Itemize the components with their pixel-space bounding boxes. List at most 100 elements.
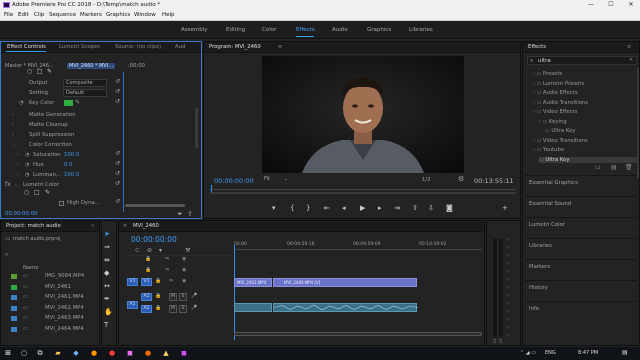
tab-effect-controls[interactable]: Effect Controls — [7, 44, 46, 50]
menu-markers[interactable]: Markers — [80, 12, 102, 18]
program-menu-icon[interactable]: ≡ — [278, 44, 282, 50]
expand-lumetri-icon[interactable]: ⌄ — [14, 182, 18, 188]
notifications-icon[interactable]: ▤ — [622, 349, 628, 356]
effects-tree-item[interactable]: › ▭ Audio Effects — [533, 90, 578, 96]
step-forward-icon[interactable]: ▸ — [378, 204, 382, 212]
workspace-color[interactable]: Color — [262, 27, 276, 33]
audio-clip-1[interactable] — [234, 303, 272, 312]
reset-setting-icon[interactable]: ↺ — [115, 88, 120, 95]
effects-tree-item[interactable]: › ▭ Audio Transitions — [533, 100, 588, 106]
type-tool-icon[interactable]: T — [104, 321, 108, 329]
filter-icon[interactable]: ⏷ — [177, 210, 183, 219]
vlc-icon[interactable]: ▲ — [162, 349, 170, 357]
menu-edit[interactable]: Edit — [18, 12, 29, 18]
a2-target-button[interactable]: A2 — [141, 305, 152, 313]
taskbar-clock[interactable]: 8:47 PM — [578, 350, 598, 356]
effects-tree-item[interactable]: › ▭ Video Transitions — [533, 138, 588, 144]
lumetri-rect-mask-icon[interactable]: □ — [34, 189, 40, 196]
sequence-clip-label[interactable]: MVI_2460 * MVI... — [67, 63, 116, 69]
panel-section-markers[interactable]: Markers — [525, 259, 637, 272]
menu-clip[interactable]: Clip — [34, 12, 44, 18]
pen-tool-icon[interactable]: ✒ — [104, 295, 110, 303]
expand-matte-cleanup-icon[interactable]: › — [12, 122, 14, 128]
matte-cleanup-label[interactable]: Matte Cleanup — [29, 122, 68, 128]
expand-luminance-icon[interactable]: › — [17, 172, 19, 178]
program-scrub-bar[interactable] — [210, 189, 516, 190]
workspace-libraries[interactable]: Libraries — [409, 27, 433, 33]
panel-section-essential-sound[interactable]: Essential Sound — [525, 196, 637, 209]
reset-highdyn-icon[interactable]: ↺ — [115, 198, 120, 205]
file-color-label-icon[interactable] — [11, 295, 17, 300]
effects-tree-item[interactable]: › ▭ Video Effects — [533, 109, 577, 115]
file-color-label-icon[interactable] — [11, 305, 17, 311]
a1-source-patch[interactable]: A1 — [127, 301, 138, 309]
delete-icon[interactable]: 🗑 — [625, 164, 633, 171]
v1-eye-icon[interactable]: ◉ — [182, 278, 186, 284]
task-view-icon[interactable]: ⧉ — [36, 349, 44, 357]
hue-stopwatch-icon[interactable]: ◔ — [25, 162, 29, 168]
program-zoom-bar[interactable] — [210, 192, 516, 194]
meter-solo-left[interactable]: S — [493, 339, 496, 345]
sequence-tab[interactable]: MVI_2460 — [133, 223, 159, 229]
linked-selection-icon[interactable]: ⊘ — [147, 247, 152, 254]
matte-generation-label[interactable]: Matte Generation — [29, 112, 75, 118]
setting-dropdown[interactable]: Default — [63, 89, 107, 97]
reset-saturation-icon[interactable]: ↺ — [115, 150, 120, 157]
expand-spill-icon[interactable]: › — [12, 132, 14, 138]
resolution-dropdown[interactable]: 1/2 — [422, 177, 431, 183]
meter-solo-right[interactable]: S — [499, 339, 502, 345]
tab-source[interactable]: Source: (no clips) — [115, 44, 161, 50]
lumetri-color-label[interactable]: Lumetri Color — [23, 182, 59, 188]
project-item-name[interactable]: MVI_2461.MP4 — [45, 294, 84, 300]
key-color-swatch[interactable] — [64, 100, 73, 106]
step-back-icon[interactable]: ◂ — [342, 204, 346, 212]
file-color-label-icon[interactable] — [11, 274, 17, 279]
output-dropdown[interactable]: Composite — [63, 79, 107, 87]
a2-lock-icon[interactable]: 🔒 — [155, 305, 161, 311]
tab-audio[interactable]: Aud — [175, 44, 185, 50]
v1-source-patch[interactable]: V1 — [127, 278, 138, 286]
windows-start-icon[interactable]: ⊞ — [4, 349, 12, 357]
menu-sequence[interactable]: Sequence — [49, 12, 76, 18]
workspace-audio[interactable]: Audio — [332, 27, 348, 33]
project-expand-icon[interactable]: » — [91, 223, 94, 229]
v2-sync-icon[interactable]: ⇋ — [165, 267, 169, 273]
timeline-h-scroll-thumb[interactable] — [234, 332, 482, 336]
video-frame[interactable] — [262, 56, 464, 173]
reset-keycolor-icon[interactable]: ↺ — [115, 98, 120, 105]
v3-sync-icon[interactable]: ⇋ — [165, 256, 169, 262]
expand-saturation-icon[interactable]: › — [17, 152, 19, 158]
effect-controls-timecode[interactable]: 00:00:00:00 — [5, 211, 37, 217]
close-sequence-icon[interactable]: ✕ — [123, 223, 127, 229]
project-item-name[interactable]: MVI_2463.MP4 — [45, 315, 84, 321]
project-item-name[interactable]: IMG_9084.MP4 — [45, 273, 84, 279]
panel-section-libraries[interactable]: Libraries — [525, 238, 637, 251]
a2-voiceover-icon[interactable]: 🎤 — [191, 305, 197, 311]
reset-luminance-icon[interactable]: ↺ — [115, 170, 120, 177]
color-correction-label[interactable]: Color Correction — [29, 142, 72, 148]
effects-search-input[interactable] — [538, 57, 624, 64]
tab-lumetri-scopes[interactable]: Lumetri Scopes — [59, 44, 100, 50]
store-icon[interactable]: ◆ — [72, 349, 80, 357]
video-clip-1[interactable]: MVI_2461.MP4 — [234, 278, 272, 287]
lumetri-ellipse-mask-icon[interactable]: ○ — [24, 189, 29, 196]
slip-tool-icon[interactable]: ↔ — [104, 282, 110, 290]
extract-icon[interactable]: ⇩ — [428, 204, 434, 212]
add-marker-icon[interactable]: ▾ — [272, 204, 276, 212]
tray-icons[interactable]: ⌃ ◢ ▭ — [520, 350, 536, 356]
effects-search-box[interactable]: ⌕ ✕ — [527, 56, 637, 65]
effects-menu-icon[interactable]: ≡ — [627, 44, 631, 50]
export-frame-icon[interactable]: ⇪ — [187, 210, 193, 218]
a2-solo-button[interactable]: S — [179, 305, 187, 313]
timeline-playhead[interactable] — [234, 245, 235, 340]
media-icon[interactable]: ● — [108, 349, 116, 357]
v3-lock-icon[interactable]: 🔒 — [145, 256, 151, 262]
mark-in-icon[interactable]: { — [290, 204, 294, 212]
add-button-icon[interactable]: + — [502, 204, 508, 212]
firefox-icon[interactable]: ● — [144, 349, 152, 357]
close-button[interactable]: ✕ — [624, 1, 638, 8]
effects-tree-item[interactable]: › ▭ Youtube — [533, 147, 564, 153]
lift-icon[interactable]: ⇧ — [412, 204, 418, 212]
timeline-settings-icon[interactable]: ⚒ — [185, 247, 190, 254]
add-marker-timeline-icon[interactable]: ▾ — [159, 247, 162, 254]
